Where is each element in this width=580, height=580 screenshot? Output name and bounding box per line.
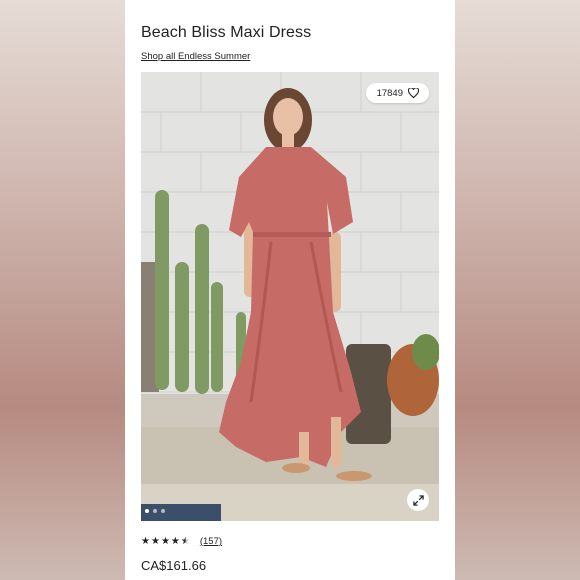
star-icon: ★ xyxy=(150,535,160,547)
product-rating: ★ ★ ★ ★ ★ (157) xyxy=(141,536,222,547)
review-count-link[interactable]: (157) xyxy=(200,536,222,547)
star-rating: ★ ★ ★ ★ ★ xyxy=(141,535,190,547)
product-card: Beach Bliss Maxi Dress Shop all Endless … xyxy=(125,0,455,580)
product-price: CA$161.66 xyxy=(141,558,207,573)
expand-icon xyxy=(412,494,424,506)
blurred-background-right xyxy=(455,0,580,580)
gallery-dot[interactable] xyxy=(161,509,165,513)
product-title: Beach Bliss Maxi Dress xyxy=(141,24,312,41)
heart-icon xyxy=(408,88,419,98)
product-photo-illustration xyxy=(141,72,439,521)
collection-link[interactable]: Shop all Endless Summer xyxy=(141,51,250,62)
gallery-dot[interactable] xyxy=(145,509,149,513)
half-star-icon: ★ xyxy=(180,535,190,547)
like-count: 17849 xyxy=(376,87,403,99)
blurred-background-left xyxy=(0,0,125,580)
gallery-pagination xyxy=(145,509,165,513)
like-button[interactable]: 17849 xyxy=(365,83,429,103)
star-icon: ★ xyxy=(170,535,180,547)
star-icon: ★ xyxy=(160,535,170,547)
gallery-dot[interactable] xyxy=(153,509,157,513)
star-icon: ★ xyxy=(141,535,150,547)
product-image[interactable]: 17849 xyxy=(141,72,439,521)
expand-button[interactable] xyxy=(407,489,429,511)
